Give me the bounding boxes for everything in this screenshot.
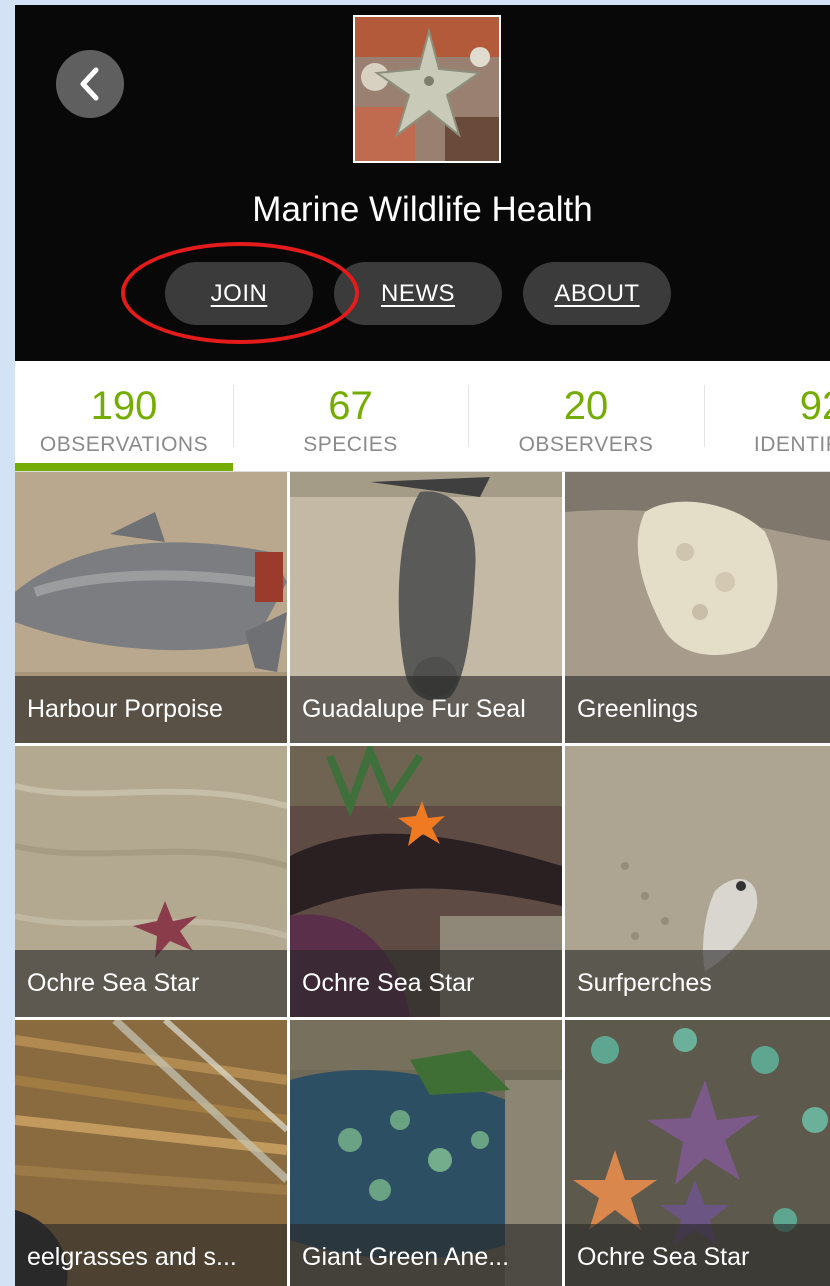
observation-name: Ochre Sea Star: [290, 950, 562, 1017]
observation-tile[interactable]: eelgrasses and s...: [15, 1020, 287, 1286]
tab-observations[interactable]: 190 OBSERVATIONS: [15, 361, 233, 471]
observations-count: 190: [90, 384, 158, 428]
project-screen: Marine Wildlife Health JOIN NEWS ABOUT 1…: [15, 5, 830, 1286]
observation-name: Ochre Sea Star: [15, 950, 287, 1017]
observations-label: OBSERVATIONS: [39, 433, 209, 456]
chevron-left-icon: [80, 67, 99, 101]
observation-name: Surfperches: [565, 950, 830, 1017]
project-header: Marine Wildlife Health JOIN NEWS ABOUT: [15, 5, 830, 361]
tab-identifiers[interactable]: 92 IDENTIFIERS: [704, 361, 830, 471]
observation-name: Harbour Porpoise: [15, 676, 287, 743]
news-button[interactable]: NEWS: [334, 262, 502, 325]
observation-name: eelgrasses and s...: [15, 1224, 287, 1286]
observers-label: OBSERVERS: [518, 433, 654, 456]
active-tab-indicator: [15, 463, 233, 471]
join-button[interactable]: JOIN: [165, 262, 313, 325]
observation-name: Greenlings: [565, 676, 830, 743]
observation-tile[interactable]: Giant Green Ane...: [290, 1020, 562, 1286]
species-count: 67: [328, 384, 373, 428]
observation-tile[interactable]: Ochre Sea Star: [290, 746, 562, 1017]
about-button[interactable]: ABOUT: [523, 262, 671, 325]
observation-tile[interactable]: Greenlings: [565, 472, 830, 743]
observation-tile[interactable]: Guadalupe Fur Seal: [290, 472, 562, 743]
sea-star-photo: [355, 17, 499, 161]
observation-tile[interactable]: Ochre Sea Star: [565, 1020, 830, 1286]
identifiers-label: IDENTIFIERS: [753, 433, 830, 456]
tab-species[interactable]: 67 SPECIES: [233, 361, 468, 471]
observation-name: Ochre Sea Star: [565, 1224, 830, 1286]
tab-observers[interactable]: 20 OBSERVERS: [468, 361, 704, 471]
observation-name: Giant Green Ane...: [290, 1224, 562, 1286]
observation-tile[interactable]: Surfperches: [565, 746, 830, 1017]
project-icon: [353, 15, 501, 163]
stats-tabs: 190 OBSERVATIONS 67 SPECIES 20 OBSERVERS…: [15, 361, 830, 471]
identifiers-count: 92: [799, 384, 830, 428]
project-title: Marine Wildlife Health: [252, 190, 593, 229]
observation-tile[interactable]: Ochre Sea Star: [15, 746, 287, 1017]
observation-tile[interactable]: Harbour Porpoise: [15, 472, 287, 743]
species-label: SPECIES: [303, 433, 398, 456]
back-button[interactable]: [56, 50, 124, 118]
observers-count: 20: [563, 384, 609, 428]
observation-name: Guadalupe Fur Seal: [290, 676, 562, 743]
observation-grid: Harbour Porpoise Guadalupe Fur Seal Gree…: [15, 472, 830, 1286]
